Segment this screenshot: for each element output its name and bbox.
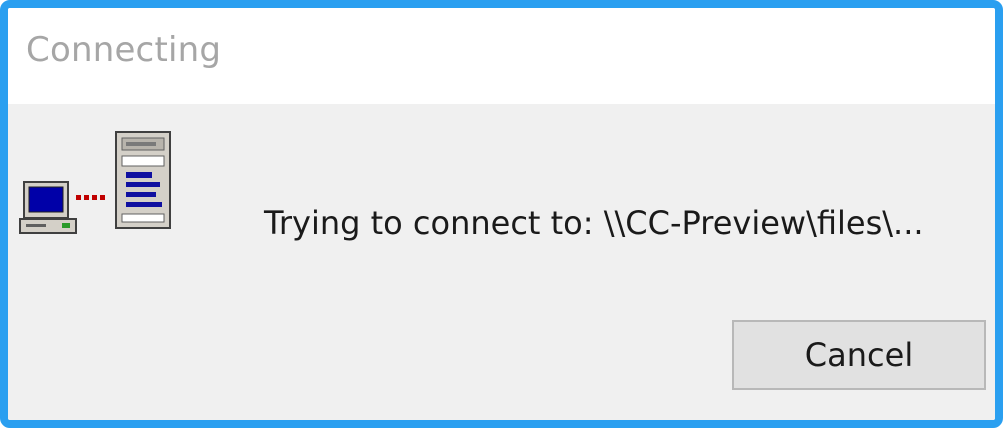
cancel-button[interactable]: Cancel	[732, 320, 986, 390]
dialog-title-bar: Connecting	[8, 8, 995, 104]
dialog-body: Trying to connect to: \\CC-Preview\files…	[8, 104, 995, 420]
connection-dots-icon	[76, 195, 105, 200]
server-icon	[115, 131, 171, 229]
computer-to-server-connecting-icon	[19, 131, 171, 234]
connecting-dialog: Connecting Trying to connect to: \\CC-Pr…	[0, 0, 1003, 428]
connection-status-message: Trying to connect to: \\CC-Preview\files…	[264, 204, 924, 242]
dialog-title: Connecting	[26, 30, 222, 70]
computer-icon	[19, 181, 77, 234]
